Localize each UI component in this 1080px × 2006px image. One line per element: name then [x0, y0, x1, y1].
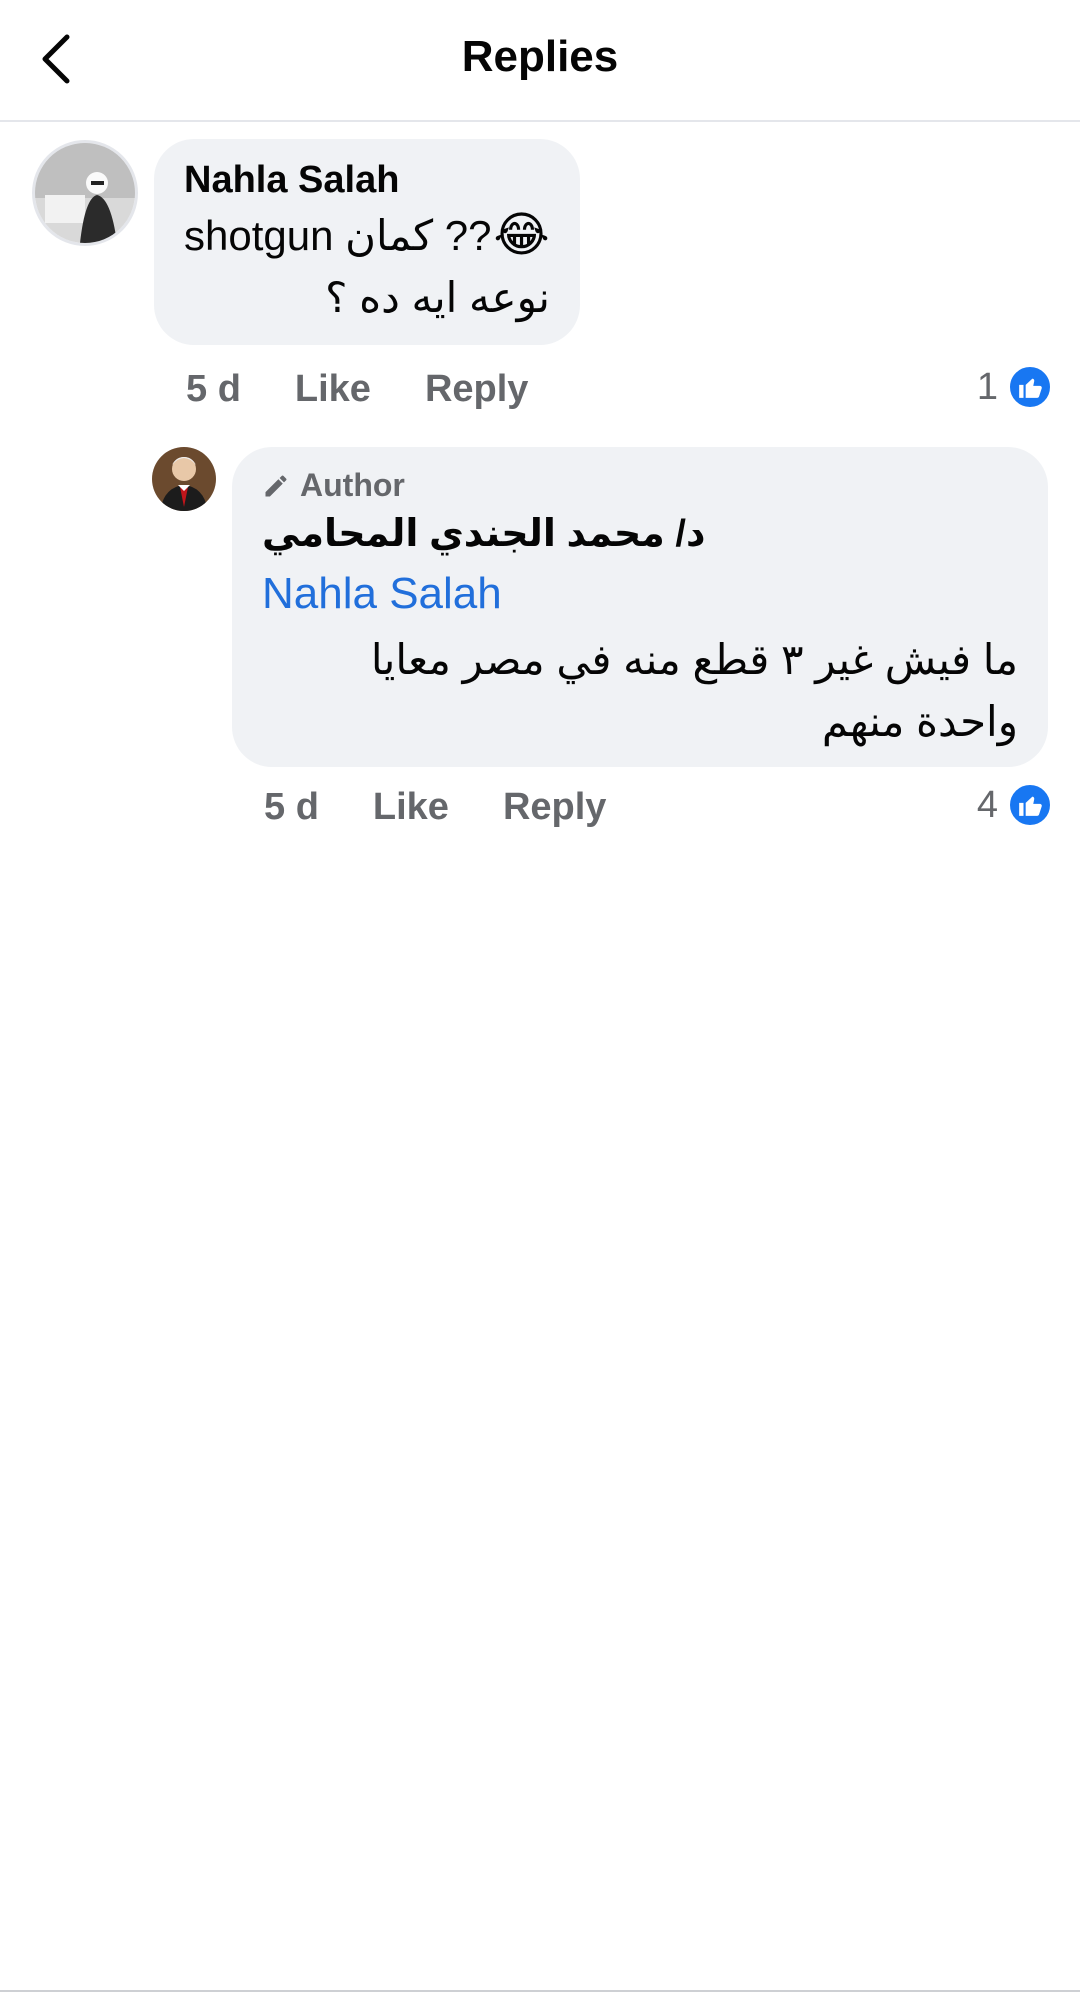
reaction-count: 1	[976, 365, 998, 408]
comment-text-primary: shotgun كمان ??	[184, 212, 492, 259]
reply-timestamp[interactable]: 5 d	[264, 786, 319, 829]
top-bar: Replies	[0, 0, 1080, 122]
thumbs-up-icon	[1008, 365, 1052, 409]
reply-author-name[interactable]: د/ محمد الجندي المحامي	[262, 511, 705, 556]
comment-text-line-2: نوعه ايه ده ؟	[325, 274, 550, 321]
reply-reaction-summary[interactable]: 4	[977, 780, 1052, 830]
comment-timestamp[interactable]: 5 d	[186, 368, 241, 411]
reply-reply-button[interactable]: Reply	[503, 786, 606, 829]
author-badge-label: Author	[300, 467, 405, 503]
reply-reaction-count: 4	[976, 783, 998, 826]
reply-avatar[interactable]	[152, 447, 216, 511]
mentioned-user-link[interactable]: Nahla Salah	[262, 569, 502, 619]
reply-button[interactable]: Reply	[425, 368, 528, 411]
comment-text-line-1: shotgun كمان ?? 😂	[184, 205, 550, 267]
laughing-emoji-icon: 😂	[493, 209, 550, 262]
page-title: Replies	[461, 32, 619, 81]
comment-actions: 5 d Like Reply	[186, 364, 528, 414]
reply-text: ما فيش غير ٣ قطع منه في مصر معايا واحدة …	[370, 636, 1018, 745]
like-button[interactable]: Like	[295, 368, 371, 411]
reply-like-button[interactable]: Like	[373, 786, 449, 829]
thumbs-up-icon	[1008, 783, 1052, 827]
reply-actions: 5 d Like Reply	[264, 782, 606, 832]
bottom-divider	[0, 1990, 1080, 1992]
comment-author-name[interactable]: Nahla Salah	[184, 159, 399, 202]
reaction-summary[interactable]: 1	[977, 362, 1052, 412]
avatar[interactable]	[32, 140, 138, 246]
author-badge: Author	[262, 467, 405, 504]
pencil-icon	[265, 475, 287, 496]
comment-bubble: Nahla Salah shotgun كمان ?? 😂 نوعه ايه د…	[154, 139, 580, 345]
reply-bubble: Author د/ محمد الجندي المحامي Nahla Sala…	[232, 447, 1048, 767]
